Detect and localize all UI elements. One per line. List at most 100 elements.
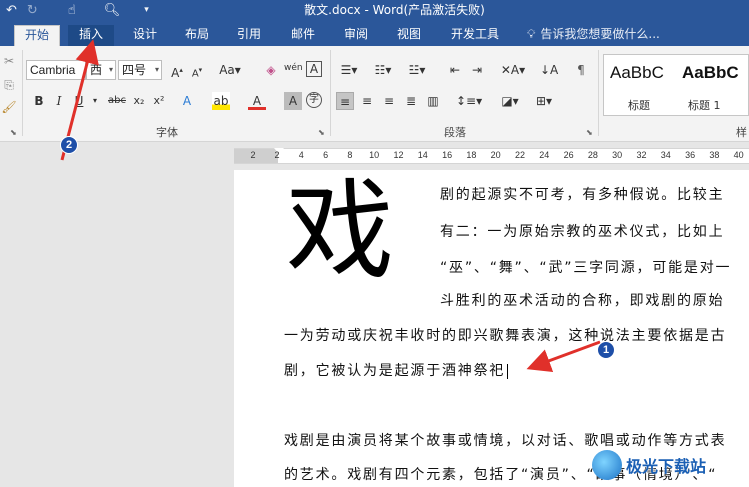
increase-indent-icon[interactable]: ⇥ [468,61,486,79]
style-sample-title[interactable]: AaBbC [610,63,664,83]
subscript-button[interactable]: x₂ [130,92,148,110]
horizontal-ruler[interactable]: 2 2 4 6 8 10 12 14 16 18 20 22 24 26 28 30 32 34 36 38 40 [234,148,749,164]
align-right-button[interactable]: ≡ [380,92,398,110]
tab-home[interactable]: 开始 [14,25,60,46]
font-name-combo[interactable]: Cambria [26,60,86,80]
tab-references[interactable]: 引用 [226,25,272,46]
font-color-icon[interactable]: A [248,92,266,110]
tab-layout[interactable]: 布局 [174,25,220,46]
clear-formatting-icon[interactable]: ◈ [262,61,280,79]
ruler-number: 2 [274,150,280,160]
align-left-button[interactable]: ≡ [336,92,354,110]
body-line: 斗胜利的巫术活动的合称，即戏剧的原始 [440,293,725,309]
body-line: 剧的起源实不可考，有多种假说。比较主 [440,187,725,203]
annotation-badge-1: 1 [597,341,615,359]
styles-gallery: AaBbC 标题 AaBbC 标题 1 [603,54,749,116]
shading-icon[interactable]: ◪▾ [498,92,522,110]
numbering-icon[interactable]: ☷▾ [372,61,394,79]
copy-icon[interactable]: ⎘ [0,76,18,94]
font-eastasian-value: 西 [90,63,103,77]
tab-insert[interactable]: 插入 [68,25,114,46]
sort-icon[interactable]: ↓A [540,61,558,79]
window-title: 散文.docx - Word(产品激活失败) [304,3,485,17]
distributed-button[interactable]: ▥ [424,92,442,110]
underline-dropdown-icon[interactable]: ▾ [86,92,104,110]
font-group-label: 字体 [156,126,178,139]
lightbulb-icon: 💡︎ [527,27,536,41]
ruler-number: 12 [393,150,404,160]
ruler-number: 18 [466,150,477,160]
paragraph-group-label: 段落 [444,126,466,139]
paragraph-launcher-icon[interactable]: ⬊ [586,128,593,137]
ribbon-home: ✂ ⎘ 🖌︎ ⬊ Cambria 西 ▾ 四号 ▾ A▴ A▾ Aa▾ ◈ wén … [0,46,749,142]
cut-icon[interactable]: ✂ [0,52,18,70]
style-name-heading1: 标题 1 [688,99,721,112]
enclose-characters-icon[interactable]: 字 [306,92,322,108]
body-line: 有二：一为原始宗教的巫术仪式，比如上 [440,224,725,240]
bullets-icon[interactable]: ☰▾ [338,61,360,79]
ruler-number: 26 [563,150,574,160]
chinese-layout-icon[interactable]: ✕A▾ [500,61,526,79]
format-painter-icon[interactable]: 🖌︎ [0,98,18,116]
ruler-number: 8 [347,150,353,160]
tab-view[interactable]: 视图 [386,25,432,46]
align-center-button[interactable]: ≡ [358,92,376,110]
ruler-number: 36 [685,150,696,160]
styles-group-label: 样 [736,126,747,139]
ruler-number: 34 [660,150,671,160]
font-size-combo[interactable]: 四号 ▾ [118,60,162,80]
ruler-number: 2 [250,150,256,160]
ruler-number: 16 [442,150,453,160]
body-line-text: 剧，它被认为是起源于酒神祭祀 [284,363,506,379]
highlight-color-icon[interactable]: ab [212,92,230,110]
character-border-icon[interactable]: A [306,61,322,77]
bold-button[interactable]: B [30,92,48,110]
ruler-number: 40 [733,150,744,160]
style-sample-heading1[interactable]: AaBbC [682,63,739,83]
tab-design[interactable]: 设计 [122,25,168,46]
body-line: 一为劳动或庆祝丰收时的即兴歌舞表演，这种说法主要依据是古 [284,328,727,344]
character-shading-icon[interactable]: A [284,92,302,110]
clipboard-launcher-icon[interactable]: ⬊ [10,128,17,137]
tab-mailings[interactable]: 邮件 [280,25,326,46]
ruler-number: 24 [539,150,550,160]
site-watermark: 极光下载站 [592,450,706,480]
body-line-with-cursor: 剧，它被认为是起源于酒神祭祀 [284,360,509,380]
font-size-value: 四号 [122,63,147,77]
shrink-font-icon[interactable]: A▾ [188,61,206,79]
italic-button[interactable]: I [50,92,68,110]
line-spacing-icon[interactable]: ↕≡▾ [456,92,482,110]
show-marks-icon[interactable]: ¶ [572,61,590,79]
justify-button[interactable]: ≣ [402,92,420,110]
ruler-number: 38 [709,150,720,160]
phonetic-guide-icon[interactable]: wén [284,59,303,77]
ruler-number: 22 [514,150,525,160]
superscript-button[interactable]: x² [150,92,168,110]
ruler-number: 6 [323,150,329,160]
decrease-indent-icon[interactable]: ⇤ [446,61,464,79]
borders-icon[interactable]: ⊞▾ [532,92,556,110]
ruler-number: 20 [490,150,501,160]
font-launcher-icon[interactable]: ⬊ [318,128,325,137]
strikethrough-button[interactable]: abc [106,92,128,110]
body-line: “巫”、“舞”、“武”三字同源，可能是对一 [440,260,732,276]
ruler-number: 32 [636,150,647,160]
ruler-number: 30 [612,150,623,160]
drop-cap: 戏 [286,169,395,294]
document-page[interactable]: 戏 剧的起源实不可考，有多种假说。比较主 有二：一为原始宗教的巫术仪式，比如上 … [234,170,749,487]
ruler-number: 14 [417,150,428,160]
body-line: 戏剧是由演员将某个故事或情境，以对话、歌唱或动作等方式表 [284,433,727,449]
text-effects-icon[interactable]: A [178,92,196,110]
change-case-icon[interactable]: Aa▾ [218,61,242,79]
tell-me-box[interactable]: 💡︎ 告诉我您想要做什么... [527,25,660,44]
tab-review[interactable]: 审阅 [333,25,379,46]
ruler-number: 10 [369,150,380,160]
ruler-number: 4 [298,150,304,160]
font-eastasian-combo[interactable]: 西 ▾ [86,60,116,80]
text-cursor [507,363,509,379]
grow-font-icon[interactable]: A▴ [168,61,186,80]
multilevel-list-icon[interactable]: ☳▾ [406,61,428,79]
watermark-logo-icon [592,450,622,480]
tab-developer[interactable]: 开发工具 [440,25,510,46]
tell-me-placeholder: 告诉我您想要做什么... [540,27,660,41]
